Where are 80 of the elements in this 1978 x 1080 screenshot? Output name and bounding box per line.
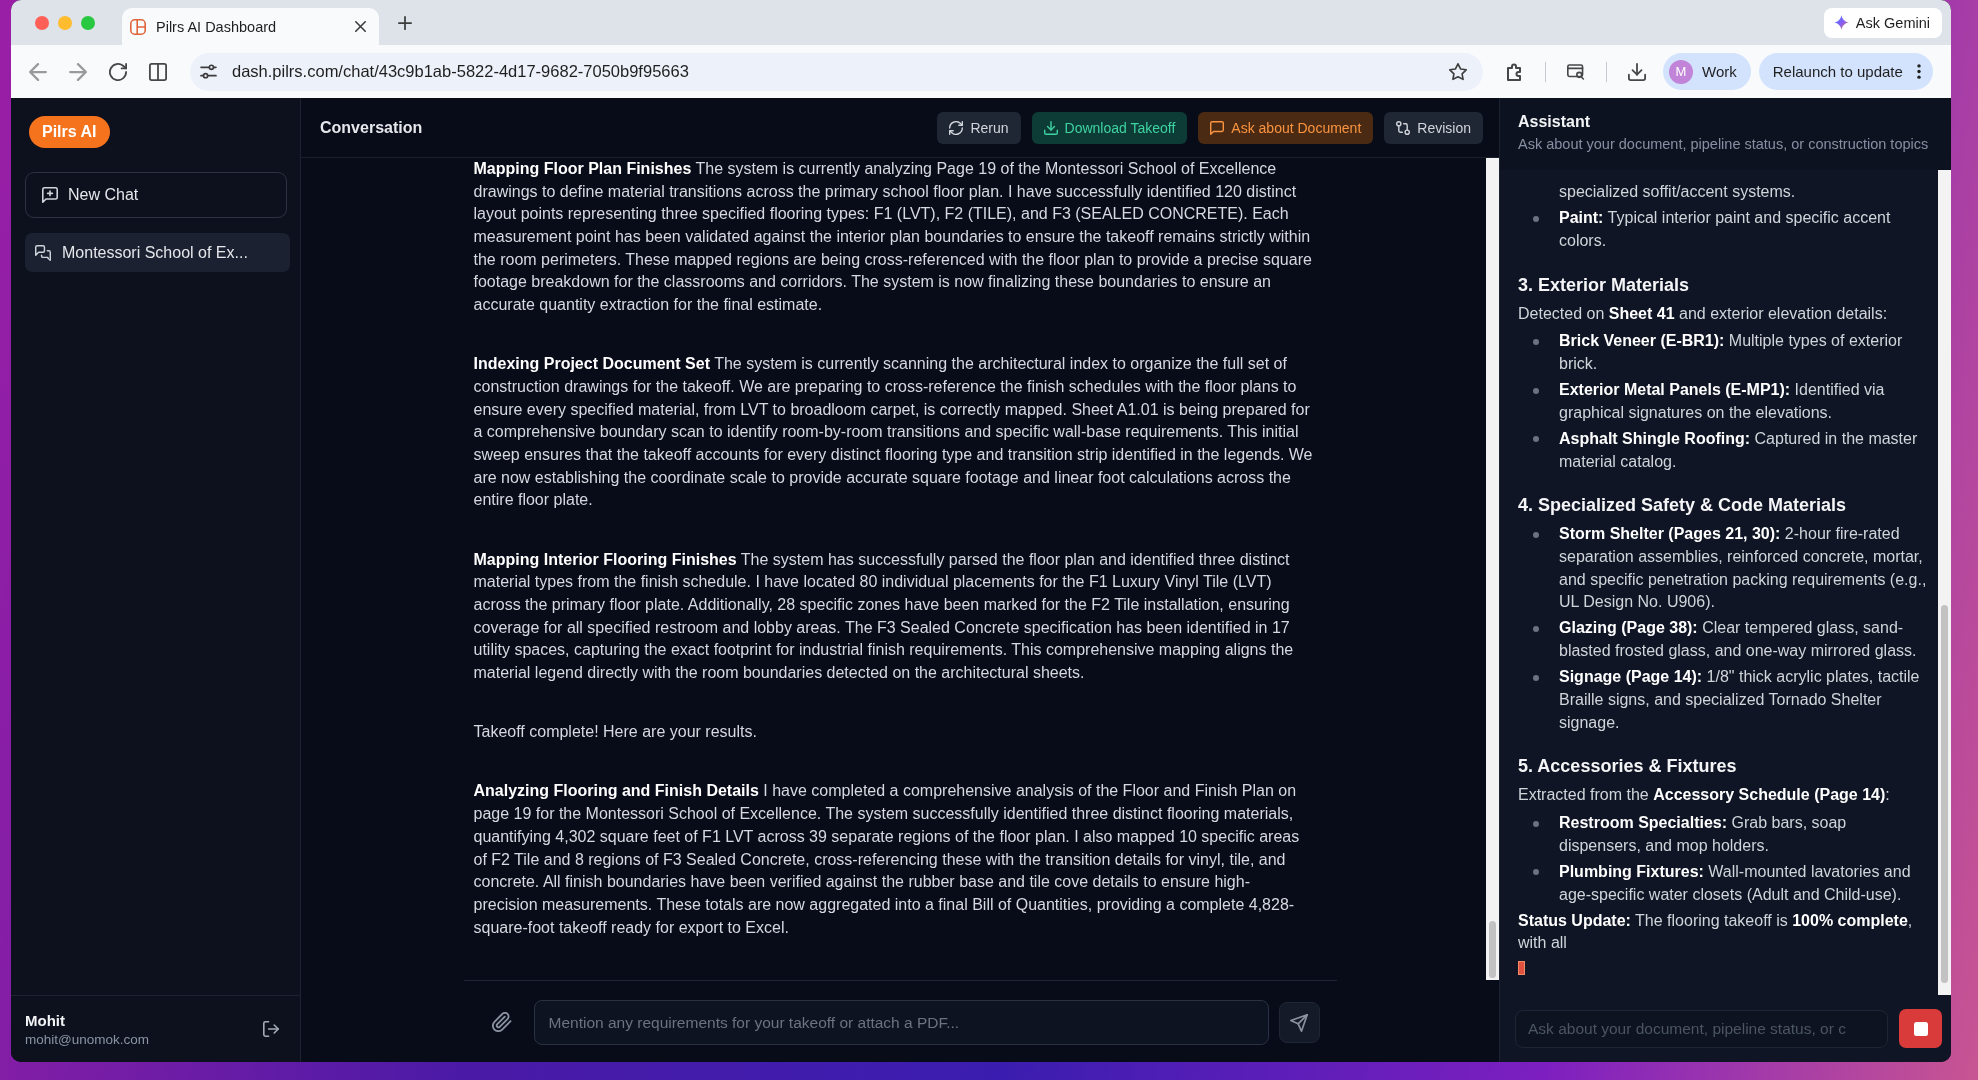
puzzle-icon[interactable]: [1506, 62, 1524, 81]
list-item-text: Glazing (Page 38): Clear tempered glass, sand-blasted frosted glass, and one-way mirrored glass.: [1559, 618, 1918, 662]
reload-icon[interactable]: [109, 62, 127, 81]
list-item-text: Exterior Metal Panels (E-MP1): Identified via graphical signatures on the elevations.: [1559, 380, 1886, 423]
list-item-text: Paint: Typical interior paint and specific accent colors.: [1559, 208, 1892, 251]
chat-input[interactable]: Ask about your document, pipeline status, or c: [1515, 1009, 1888, 1048]
chat-bubbles-icon: [35, 244, 51, 261]
paragraph-text: Status Update: The flooring takeoff is 100% complete, with all: [1518, 910, 1914, 954]
chat-list-item[interactable]: Montessori School of Ex...: [25, 233, 290, 272]
message-text: Analyzing Flooring and Finish Details I have completed a comprehensive analysis of the Floor and Finish Plan on page 19 for the Montessori School of Excellence. The system successfully identified three distinct flooring materials, quantifying 4,302 square feet of F1 LVT across 39 separate regions of the floor plan. I also mapped 10 specific areas of F2 Tile and 8 regions of F3 Sealed Concrete, cross-referencing these with the transition details for vinyl, tile, and concrete. All finish boundaries have been verified against the rubber base and tile cove details to ensure high-precision measurements. These totals are now aggregated into a final Bill of Quantities, providing a complete 4,828-square-foot takeoff ready for export to Excel.: [473, 781, 1301, 938]
scrollbar-track[interactable]: [1938, 170, 1951, 995]
send-button[interactable]: [1278, 1002, 1320, 1043]
logout-icon[interactable]: [263, 1021, 279, 1037]
message-text: Indexing Project Document Set The system is currently scanning the architectural index to organize the full set of construction drawings for the takeoff. We are preparing to cross-reference the finish schedules with the floor plans to ensure every specified material, from LVT to broadloom carpet, is correctly mapped. Sheet A1.01 is being prepared for a comprehensive boundary scan to identify room-by-room transitions and specific wall-base requirements. This initial sweep ensures that the takeoff accounts for every distinct flooring type and transition strip identified in the legends. We are now establishing the coordinate scale to provide accurate square footage and linear foot calculations across the entire floor plate.: [473, 354, 1314, 511]
bullet-icon: [1533, 338, 1539, 345]
send-icon: [1290, 1013, 1308, 1032]
address-bar[interactable]: dash.pilrs.com/chat/43c9b1ab-5822-4d17-9682-7050b9f95663: [190, 52, 1483, 91]
back-icon[interactable]: [29, 62, 47, 81]
message-text: Mapping Floor Plan Finishes The system is currently analyzing Page 19 of the Montessori School of Excellence drawings to define material transitions across the primary school floor plan. I have successfully identified 120 distinct layout points representing three specified flooring types: F1 (LVT), F2 (TILE), and F3 (SEALED CONCRETE). Each measurement point has been validated against the interior plan boundaries to ensure the takeoff remains strictly within the room perimeters. These mapped regions are being cross-referenced with the floor plan to provide a precise square footage breakdown for the classrooms and corridors. The system is now finalizing these boundaries to ensure an accurate quantity extraction for the final estimate.: [473, 159, 1313, 316]
sliders-icon[interactable]: [200, 64, 217, 79]
new-chat-button[interactable]: New Chat: [25, 172, 287, 218]
bullet-icon: [1533, 387, 1539, 394]
scrollbar-track[interactable]: [1486, 158, 1499, 980]
list-item-text: Brick Veneer (E-BR1): Multiple types of exterior brick.: [1559, 331, 1904, 374]
message-plus-icon: [42, 187, 58, 203]
bullet-icon: [1533, 674, 1539, 681]
list-item-text: Plumbing Fixtures: Wall-mounted lavatories and age-specific water closets (Adult and Child-use).: [1559, 861, 1912, 905]
bullet-icon: [1533, 625, 1539, 632]
stop-icon: [1913, 1021, 1928, 1036]
user-email: mohit@unomok.com: [25, 1031, 150, 1047]
layout-icon: [130, 18, 146, 35]
tab-search-icon[interactable]: [1567, 62, 1585, 81]
bullet-icon: [1533, 215, 1539, 222]
ask-document-button[interactable]: Ask about Document: [1198, 111, 1374, 144]
paragraph-text: Detected on Sheet 41 and exterior elevation details:: [1518, 303, 1889, 324]
refresh-icon: [949, 120, 964, 135]
message-text: Takeoff complete! Here are your results.: [473, 722, 758, 743]
user-name: Mohit: [25, 1011, 66, 1029]
star-icon[interactable]: [1449, 62, 1467, 81]
download-icon[interactable]: [1628, 62, 1646, 81]
more-icon[interactable]: [1916, 64, 1921, 79]
rerun-button[interactable]: Rerun: [937, 111, 1021, 144]
panel-title: Assistant: [1518, 112, 1592, 132]
sparkle-icon: [1833, 15, 1849, 30]
section-heading: 3. Exterior Materials: [1518, 273, 1691, 297]
scrollbar-thumb[interactable]: [1489, 921, 1496, 978]
bullet-icon: [1533, 820, 1539, 827]
side-panel-icon[interactable]: [149, 62, 167, 81]
forward-icon[interactable]: [69, 62, 87, 81]
profile-avatar: M: [1669, 59, 1693, 84]
message-icon: [1210, 120, 1225, 135]
bullet-icon: [1533, 531, 1539, 538]
list-item-text: Signage (Page 14): 1/8" thick acrylic plates, tactile Braille signs, and specialized Tornado Shelter signage.: [1559, 667, 1921, 733]
bullet-icon: [1533, 436, 1539, 443]
message-text: Mapping Interior Flooring Finishes The system has successfully parsed the floor plan and identified three distinct material types from the finish schedule. I have located 80 individual placements for the F1 Luxury Vinyl Tile (LVT) across the primary floor plate. Additionally, 28 specific zones have been marked for the F2 Tile installation, ensuring coverage for all specified restroom and lobby areas. The F3 Sealed Concrete specification has been identified in 17 utility spaces, capturing the exact footprint for industrial finish requirements. This comprehensive mapping aligns the material legend directly with the room boundaries detected on the architectural sheets.: [473, 549, 1295, 683]
scrollbar-thumb[interactable]: [1941, 605, 1948, 983]
list-item-text: Asphalt Shingle Roofing: Captured in the master material catalog.: [1559, 428, 1919, 472]
ask-gemini-button[interactable]: Ask Gemini: [1823, 7, 1942, 38]
section-heading: 5. Accessories & Fixtures: [1518, 755, 1738, 779]
panel-subtitle: Ask about your document, pipeline status, or construction topics: [1518, 135, 1930, 154]
profile-button[interactable]: M Work: [1663, 53, 1751, 90]
relaunch-button[interactable]: Relaunch to update: [1758, 53, 1933, 90]
download-takeoff-button[interactable]: Download Takeoff: [1031, 111, 1188, 144]
paperclip-icon[interactable]: [491, 1012, 512, 1032]
revision-button[interactable]: Revision: [1384, 111, 1483, 144]
message-input[interactable]: Mention any requirements for your takeoff or attach a PDF...: [533, 1000, 1269, 1045]
stop-button[interactable]: [1899, 1009, 1942, 1048]
download-icon: [1043, 120, 1058, 135]
list-item-text: Storm Shelter (Pages 21, 30): 2-hour fire-rated separation assemblies, reinforced concrete, mortar, and specific penetration packing requirements (e.g., UL Design No. U906).: [1559, 524, 1928, 613]
browser-tab[interactable]: Pilrs AI Dashboard: [122, 8, 379, 45]
plus-icon[interactable]: [398, 15, 412, 30]
paragraph-text: Extracted from the Accessory Schedule (Page 14):: [1518, 785, 1891, 806]
panel-title: Conversation: [320, 118, 423, 137]
compare-icon: [1396, 120, 1411, 135]
brand-logo: Pilrs AI: [29, 116, 110, 148]
list-item-text: Restroom Specialties: Grab bars, soap dispensers, and mop holders.: [1559, 813, 1848, 856]
close-icon[interactable]: [355, 21, 366, 32]
list-item-text: specialized soffit/accent systems.: [1559, 182, 1797, 202]
section-heading: 4. Specialized Safety & Code Materials: [1518, 494, 1848, 518]
bullet-icon: [1533, 869, 1539, 876]
